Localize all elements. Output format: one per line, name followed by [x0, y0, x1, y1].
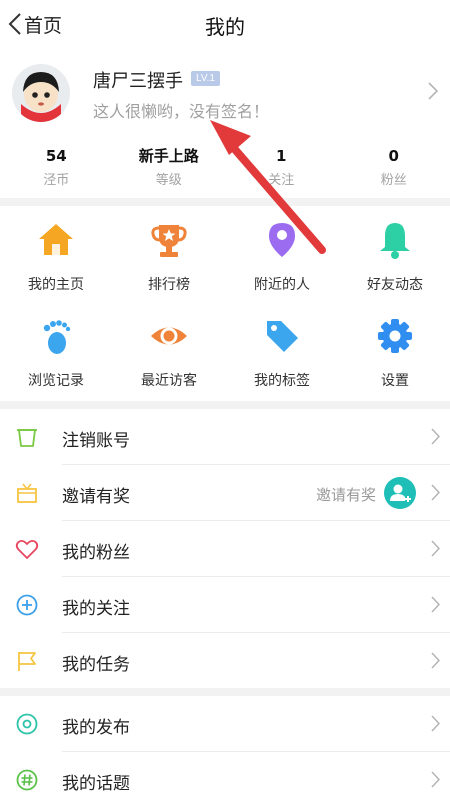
list-item-label: 邀请有奖	[62, 487, 130, 507]
chevron-right-icon	[431, 771, 440, 788]
grid-item-ranking[interactable]: 排行榜	[113, 206, 225, 298]
stat-label: 粉丝	[380, 173, 407, 188]
add-user-icon[interactable]	[384, 477, 416, 509]
stat-fans[interactable]: 0 粉丝	[338, 145, 450, 195]
invite-rewards-hint: 邀请有奖	[315, 486, 376, 504]
grid-item-label: 附近的人	[254, 277, 310, 293]
list-item-my-posts[interactable]: 我的发布	[0, 696, 450, 752]
grid-item-friend-feed[interactable]: 好友动态	[339, 206, 450, 298]
grid-item-settings[interactable]: 设置	[339, 302, 450, 394]
grid-item-history[interactable]: 浏览记录	[0, 302, 112, 394]
chevron-right-icon	[431, 596, 440, 613]
stat-label: 泾币	[43, 173, 70, 188]
section-divider	[0, 198, 450, 206]
stat-value: 1	[276, 147, 287, 165]
grid-item-label: 设置	[381, 373, 409, 389]
grid-item-nearby[interactable]: 附近的人	[226, 206, 338, 298]
eye-icon	[151, 327, 187, 345]
grid-item-label: 最近访客	[141, 373, 197, 389]
grid-item-tags[interactable]: 我的标签	[226, 302, 338, 394]
signature: 这人很懒哟，没有签名！	[93, 102, 270, 121]
stat-value: 54	[45, 147, 67, 165]
list-item-invite-rewards[interactable]: 邀请有奖 邀请有奖	[0, 465, 450, 521]
stat-coins[interactable]: 54 泾币	[0, 145, 113, 195]
list-item-label: 注销账号	[62, 431, 130, 451]
gear-icon	[378, 319, 412, 353]
level-badge: LV.1	[191, 71, 220, 86]
grid-item-visitors[interactable]: 最近访客	[113, 302, 225, 394]
feature-grid: 我的主页 排行榜 附近的人 好友动态 浏览记录 最近访客 我的标签 设置	[0, 206, 450, 402]
chevron-right-icon	[431, 652, 440, 669]
grid-item-label: 排行榜	[148, 277, 190, 293]
chevron-right-icon	[431, 715, 440, 732]
chevron-right-icon	[431, 540, 440, 557]
tag-icon	[267, 321, 298, 352]
hashtag-icon	[16, 769, 38, 791]
navigation-bar: 首页 我的	[0, 0, 450, 48]
chevron-right-icon	[431, 484, 440, 501]
list-item-label: 我的话题	[62, 774, 130, 794]
grid-item-label: 我的标签	[254, 373, 310, 389]
footprints-icon	[43, 320, 71, 354]
section-divider	[0, 688, 450, 696]
list-item-label: 我的发布	[62, 718, 130, 738]
flag-icon	[18, 652, 36, 671]
list-item-my-topics[interactable]: 我的话题	[0, 752, 450, 800]
section-divider	[0, 401, 450, 409]
location-pin-icon	[269, 223, 295, 257]
stats-row: 54 泾币 新手上路 等级 1 关注 0 粉丝	[0, 145, 450, 195]
home-icon	[39, 224, 73, 255]
list-item-label: 我的任务	[62, 655, 130, 675]
chevron-right-icon	[431, 428, 440, 445]
chevron-right-icon	[428, 82, 438, 100]
avatar	[12, 64, 70, 122]
grid-item-label: 我的主页	[28, 277, 84, 293]
page-title: 我的	[205, 15, 245, 39]
list-item-my-following[interactable]: 我的关注	[0, 577, 450, 633]
list-item-my-tasks[interactable]: 我的任务	[0, 633, 450, 689]
heart-icon	[15, 539, 39, 559]
target-icon	[16, 713, 38, 735]
bell-icon	[380, 223, 410, 259]
grid-item-label: 浏览记录	[28, 373, 84, 389]
plus-circle-icon	[16, 594, 38, 616]
list-item-my-fans[interactable]: 我的粉丝	[0, 521, 450, 577]
stat-label: 关注	[268, 173, 295, 188]
trophy-icon	[151, 225, 187, 257]
list-item-deactivate-account[interactable]: 注销账号	[0, 409, 450, 465]
grid-item-homepage[interactable]: 我的主页	[0, 206, 112, 298]
list-item-label: 我的粉丝	[62, 543, 130, 563]
trash-icon	[17, 429, 37, 447]
stat-level[interactable]: 新手上路 等级	[113, 145, 226, 195]
profile-header[interactable]: 唐尸三摆手 LV.1 这人很懒哟，没有签名！	[0, 56, 450, 134]
list-item-label: 我的关注	[62, 599, 130, 619]
gift-box-icon	[17, 483, 37, 503]
stat-label: 等级	[155, 173, 182, 188]
stat-value: 0	[388, 147, 399, 165]
stat-value: 新手上路	[138, 147, 199, 165]
username: 唐尸三摆手	[93, 71, 183, 92]
grid-item-label: 好友动态	[367, 277, 423, 293]
stat-following[interactable]: 1 关注	[225, 145, 338, 195]
